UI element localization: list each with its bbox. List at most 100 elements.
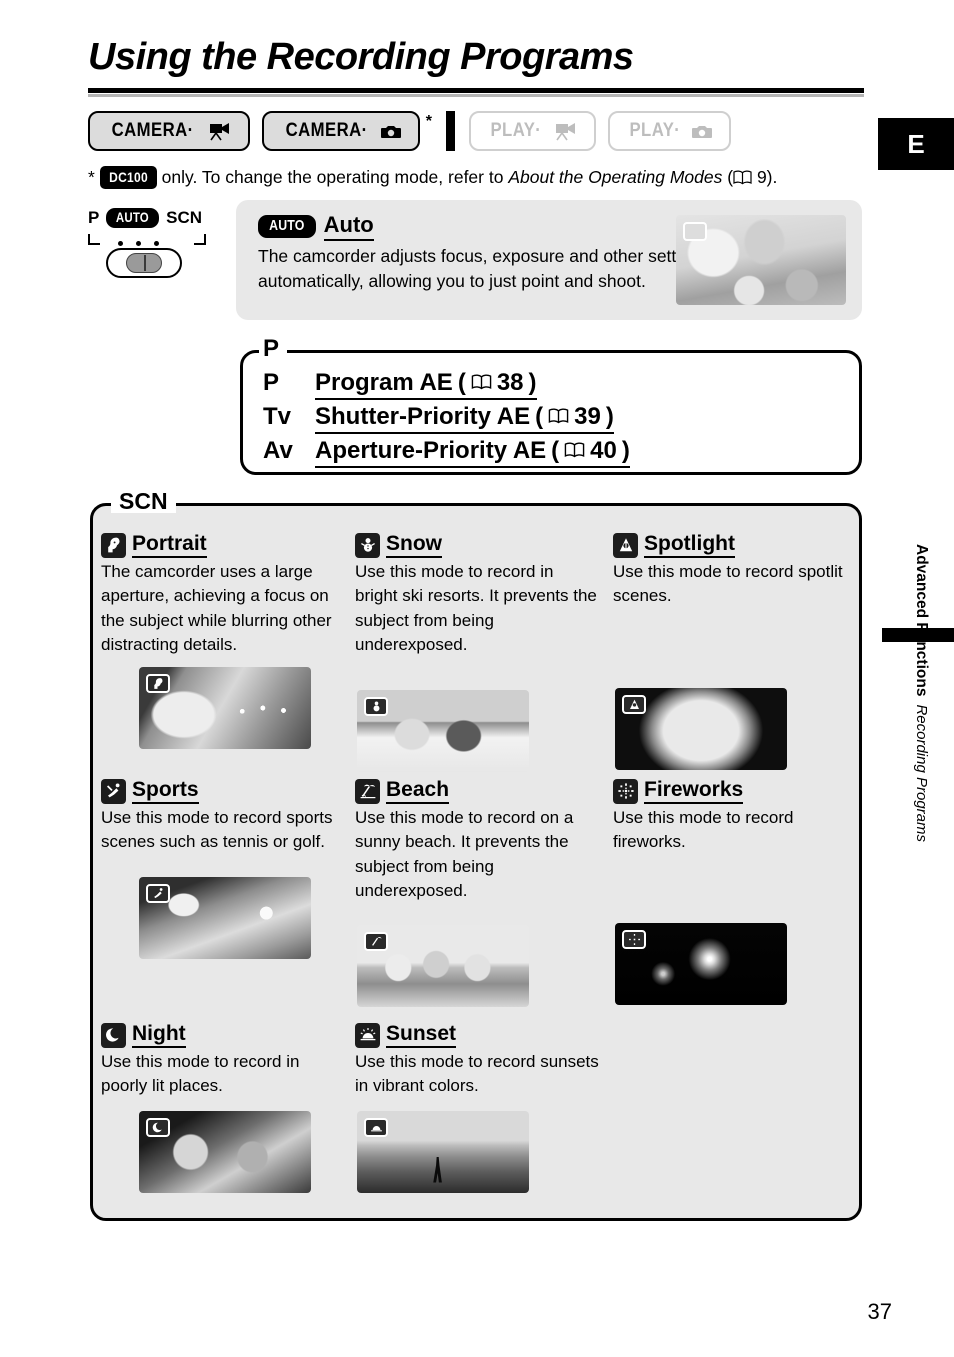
sunset-mode-badge-icon (364, 1117, 388, 1137)
auto-mode-heading: AUTO Auto (258, 212, 374, 241)
scene-title-fireworks: Fireworks (644, 778, 744, 804)
scene-photo-night (139, 1110, 311, 1193)
slider-switch-icon[interactable] (106, 248, 182, 278)
scene-title-beach: Beach (386, 778, 450, 804)
fireworks-mode-icon (613, 778, 638, 804)
page-title-wrap: Using the Recording Programs (88, 38, 864, 76)
movie-camera-icon (206, 121, 232, 141)
scene-title-spotlight: Spotlight (644, 532, 735, 558)
scn-scene-modes-panel: SCN Portrait The camcorder uses a large … (90, 490, 862, 1221)
scene-photo-spotlight (615, 687, 787, 770)
dial-label-p: P (88, 208, 100, 227)
program-key-p: P (263, 369, 280, 396)
scene-desc-sports: Use this mode to record sports scenes su… (101, 808, 333, 852)
footnote: * DC100 only. To change the operating mo… (88, 166, 878, 191)
manual-page: Using the Recording Programs E CAMERA· C… (0, 0, 954, 1357)
program-key-tv: Tv (263, 403, 292, 430)
scene-photo-sports (139, 876, 311, 959)
beach-mode-badge-icon (364, 932, 388, 952)
mode-sep-dot: · (674, 120, 681, 141)
program-row-shutter-priority-ae: Tv Shutter-Priority AE(39) (263, 403, 630, 434)
auto-mode-title: Auto (323, 212, 374, 241)
scene-photo-beach (357, 925, 529, 1008)
scene-photo-sunset (357, 1110, 529, 1193)
scene-snow: Snow Use this mode to record in bright s… (355, 532, 600, 773)
scene-title-sunset: Sunset (386, 1022, 457, 1048)
mode-sep-dot: · (361, 120, 368, 141)
scene-title-sports: Sports (132, 778, 199, 804)
sidebar-section-title: Recording Programs (913, 704, 930, 842)
scene-beach: Beach Use this mode to record on a sunny… (355, 778, 600, 1008)
language-tab-label: E (907, 128, 925, 159)
mode-button-play-movie[interactable]: PLAY· (469, 111, 597, 151)
auto-mode-panel: AUTO Auto The camcorder adjusts focus, e… (236, 200, 862, 320)
scene-desc-sunset: Use this mode to record sunsets in vibra… (355, 1052, 599, 1096)
snow-mode-badge-icon (364, 697, 388, 717)
scene-desc-portrait: The camcorder uses a large aperture, ach… (101, 562, 332, 654)
mode-button-play-still[interactable]: PLAY· (608, 111, 731, 151)
auto-badge-icon: AUTO (258, 215, 316, 238)
scene-desc-spotlight: Use this mode to record spotlit scenes. (613, 562, 843, 606)
page-title: Using the Recording Programs (88, 36, 634, 78)
sports-mode-badge-icon (146, 883, 170, 903)
footnote-reference-title: About the Operating Modes (508, 167, 723, 187)
fireworks-mode-badge-icon (622, 929, 646, 949)
program-label-aperture-priority-ae: Aperture-Priority AE(40) (315, 437, 630, 468)
sports-mode-icon (101, 778, 126, 804)
page-number: 37 (867, 1299, 892, 1324)
sidebar-chapter-text: Advanced Functions Recording Programs (902, 544, 930, 842)
p-box-legend: P (259, 337, 288, 361)
auto-mode-photo (676, 215, 846, 305)
scene-desc-night: Use this mode to record in poorly lit pl… (101, 1052, 300, 1096)
program-row-aperture-priority-ae: Av Aperture-Priority AE(40) (263, 437, 630, 468)
scene-fireworks: Fireworks Use this mode to record firewo… (613, 778, 858, 1005)
mode-button-play-still-label: PLAY (629, 120, 675, 141)
scene-desc-snow: Use this mode to record in bright ski re… (355, 562, 597, 654)
footnote-asterisk: * (88, 167, 95, 187)
language-tab: E (878, 118, 954, 170)
dial-label-auto: AUTO (106, 208, 160, 228)
camera-still-asterisk: * (425, 113, 433, 130)
mode-sep-dot: · (187, 120, 194, 141)
mode-group-divider (446, 111, 456, 151)
dial-bracket (88, 229, 206, 246)
scene-title-portrait: Portrait (132, 532, 207, 558)
still-camera-icon (691, 123, 713, 140)
mode-button-camera-movie[interactable]: CAMERA· (88, 111, 251, 151)
still-camera-icon (380, 123, 402, 140)
scene-photo-fireworks (615, 922, 787, 1005)
scene-photo-snow (357, 690, 529, 773)
scene-portrait: Portrait The camcorder uses a large aper… (101, 532, 346, 750)
title-divider (88, 88, 864, 97)
scene-title-night: Night (132, 1022, 186, 1048)
book-icon (471, 369, 492, 397)
mode-button-play-movie-label: PLAY (490, 120, 536, 141)
portrait-mode-icon (101, 532, 126, 558)
scn-box-legend: SCN (111, 490, 176, 513)
book-icon (733, 168, 752, 191)
operating-mode-bar: CAMERA· CAMERA· * PLAY· PLAY· (88, 110, 731, 152)
mode-button-camera-still-label: CAMERA (285, 120, 362, 141)
scene-sunset: Sunset Use this mode to record sunsets i… (355, 1022, 600, 1193)
night-mode-badge-icon (146, 1117, 170, 1137)
mode-button-camera-still[interactable]: CAMERA· * (262, 111, 432, 151)
portrait-mode-badge-icon (146, 674, 170, 694)
spotlight-mode-icon (613, 532, 638, 558)
scene-desc-fireworks: Use this mode to record fireworks. (613, 808, 794, 852)
scene-night: Night Use this mode to record in poorly … (101, 1022, 346, 1193)
mode-sep-dot: · (535, 120, 542, 141)
book-icon (548, 403, 569, 431)
scene-spotlight: Spotlight Use this mode to record spotli… (613, 532, 858, 770)
beach-mode-icon (355, 778, 380, 804)
scene-photo-portrait (139, 667, 311, 750)
book-icon (564, 437, 585, 465)
snow-mode-icon (355, 532, 380, 558)
mode-dial-graphic: P AUTO SCN (88, 208, 216, 280)
program-label-program-ae: Program AE(38) (315, 369, 537, 400)
auto-mode-badge-icon (683, 222, 707, 241)
movie-camera-icon (552, 121, 578, 141)
sunset-mode-icon (355, 1022, 380, 1048)
scene-title-snow: Snow (386, 532, 442, 558)
night-mode-icon (101, 1022, 126, 1048)
program-label-shutter-priority-ae: Shutter-Priority AE(39) (315, 403, 614, 434)
